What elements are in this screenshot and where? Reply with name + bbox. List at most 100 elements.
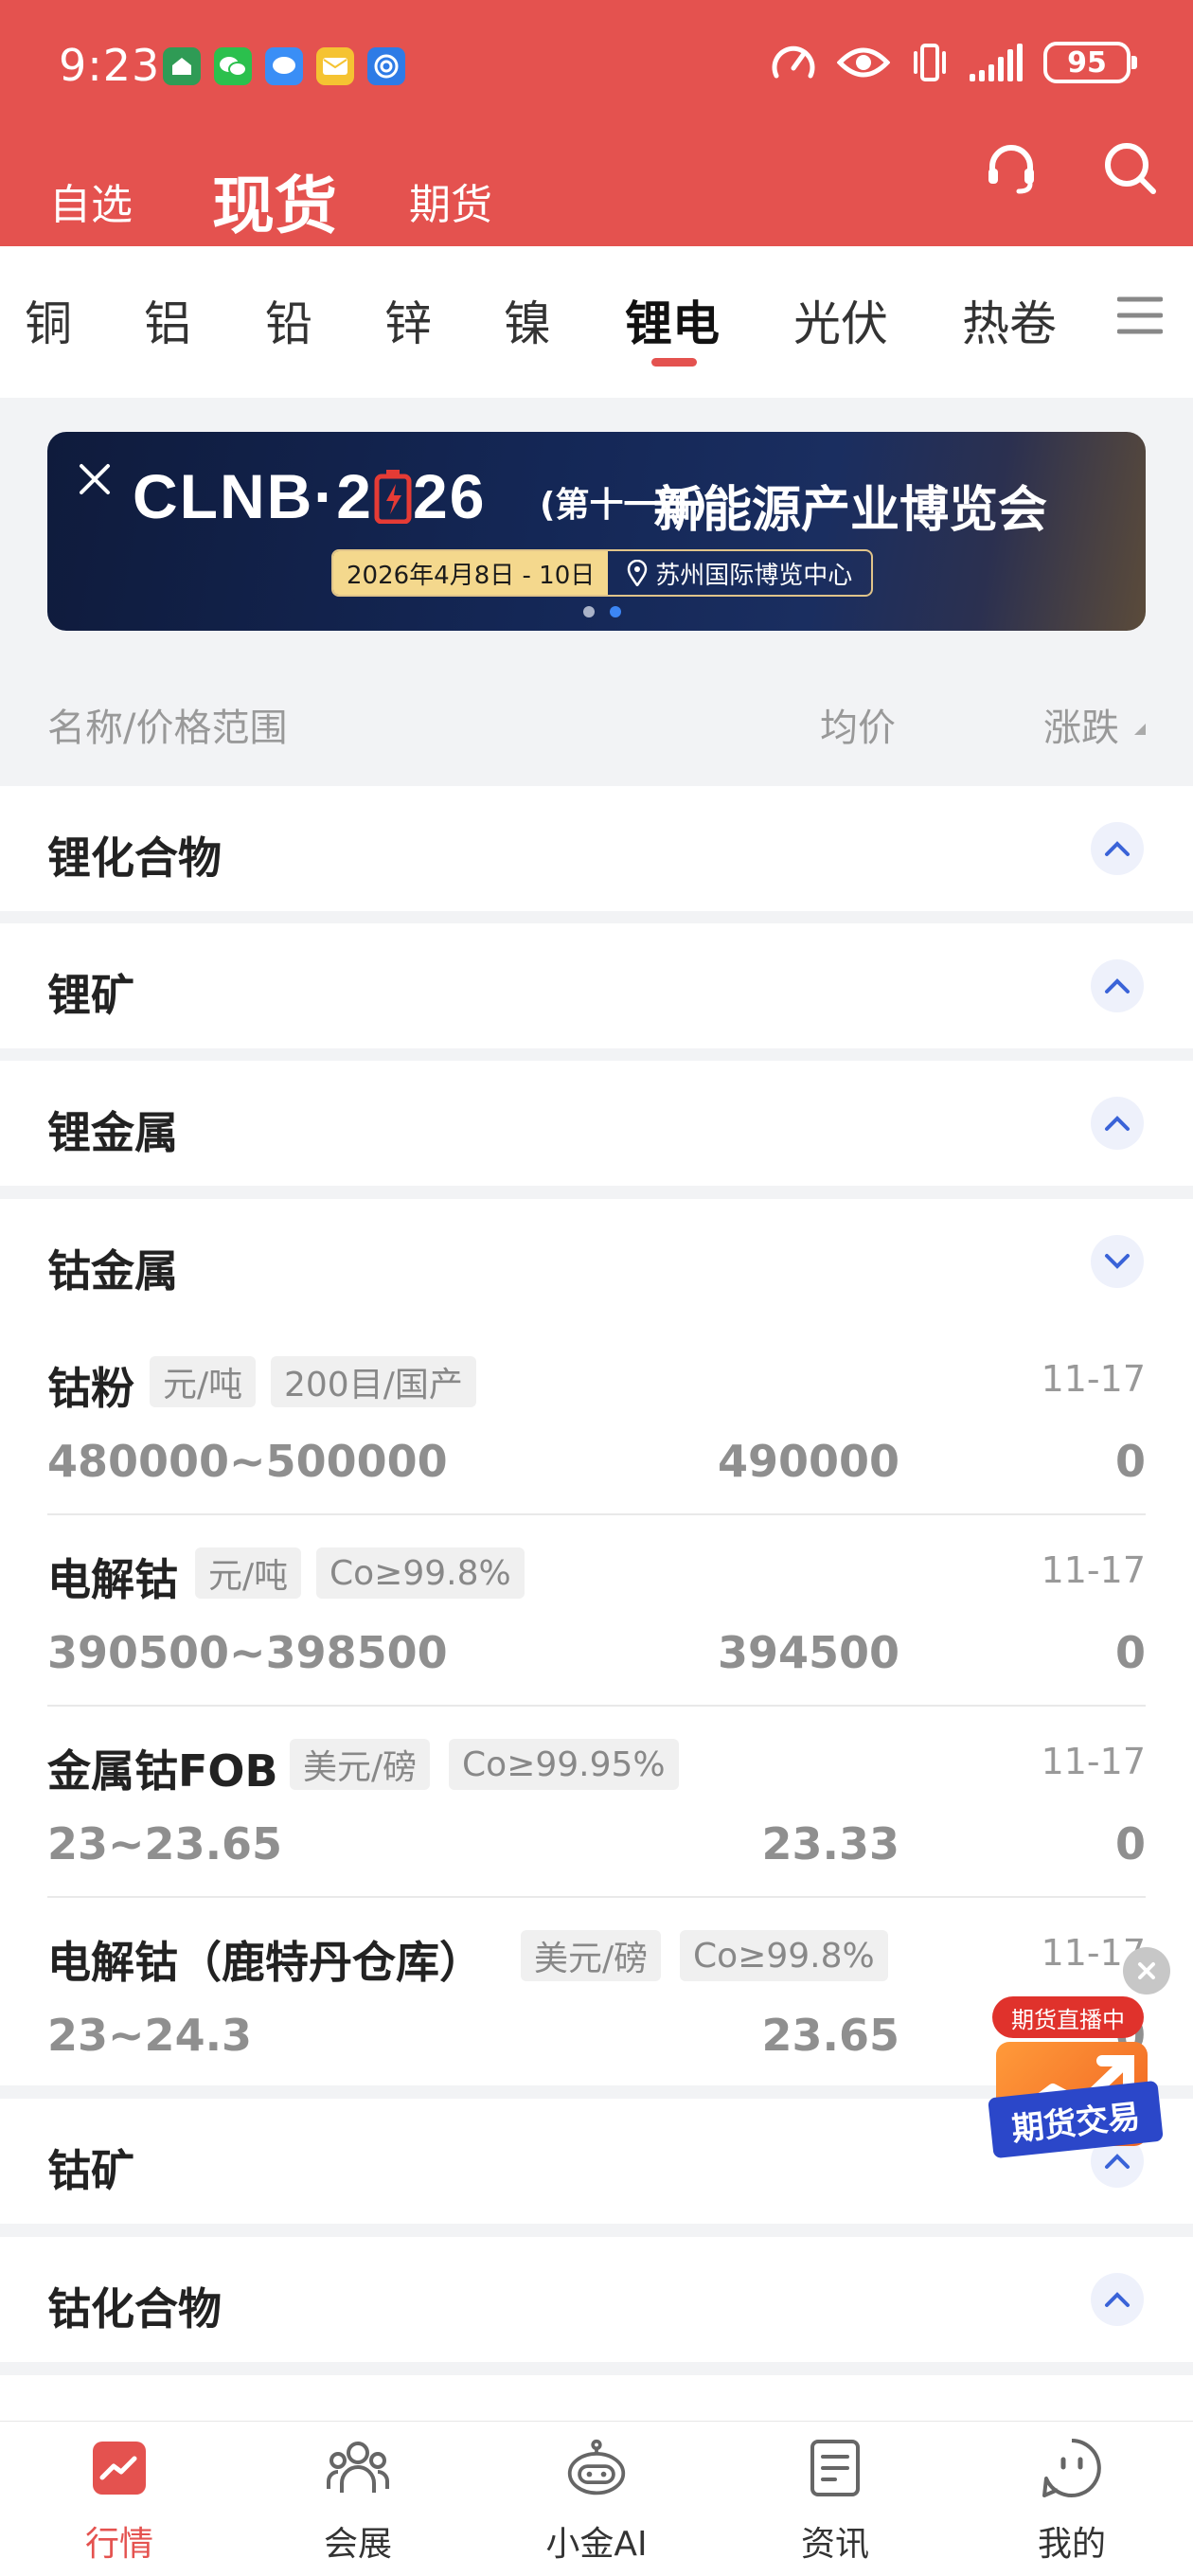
item-name: 电解钴	[47, 1554, 178, 1605]
category-tab-copper[interactable]: 铜	[25, 286, 72, 354]
float-ad-close-button[interactable]	[1123, 1947, 1170, 1995]
nav-ai-assistant[interactable]: 小金AI	[521, 2437, 672, 2569]
unit-tag: 美元/磅	[290, 1739, 431, 1790]
price-range: 480000~500000	[47, 1436, 448, 1487]
expand-toggle[interactable]	[1091, 959, 1144, 1012]
nav-label: 我的	[1037, 2525, 1106, 2564]
chevron-up-icon	[1105, 841, 1130, 856]
status-bar: 9:23 95	[0, 0, 1193, 133]
group-lithium-ore[interactable]: 锂矿	[0, 923, 1193, 1048]
divider	[47, 1513, 1146, 1515]
robot-icon	[565, 2437, 628, 2499]
spec-tag: 200目/国产	[271, 1356, 476, 1407]
profile-face-icon	[1041, 2437, 1103, 2499]
column-change[interactable]: 涨跌	[1043, 697, 1119, 752]
spec-tag: Co≥99.8%	[316, 1547, 525, 1599]
battery-logo-icon	[374, 470, 412, 525]
wechat-notification-icon	[214, 47, 252, 85]
customer-service-button[interactable]	[981, 138, 1042, 199]
group-cobalt-compounds[interactable]: 钴化合物	[0, 2237, 1193, 2362]
group-cobalt-metal[interactable]: 钴金属	[0, 1199, 1193, 1345]
category-tab-nickel[interactable]: 镍	[504, 286, 551, 354]
list-item[interactable]: 钴粉 元/吨 200目/国产 11-17 480000~500000 49000…	[47, 1345, 1146, 1536]
unit-tag: 美元/磅	[521, 1930, 662, 1981]
average-price: 23.33	[761, 1818, 899, 1869]
unit-tag: 元/吨	[150, 1356, 257, 1407]
nav-news[interactable]: 资讯	[759, 2437, 911, 2569]
group-lithium-compounds[interactable]: 锂化合物	[0, 786, 1193, 911]
category-tab-lithium-battery[interactable]: 锂电	[625, 286, 720, 354]
list-item[interactable]: 电解钴 元/吨 Co≥99.8% 11-17 390500~398500 394…	[47, 1536, 1146, 1727]
group-title: 锂金属	[47, 1107, 178, 1158]
collapse-toggle[interactable]	[1091, 1235, 1144, 1288]
list-item[interactable]: 金属钴FOB 美元/磅 Co≥99.95% 11-17 23~23.65 23.…	[47, 1727, 1146, 1919]
item-date: 11-17	[1041, 1741, 1146, 1782]
nav-label: 行情	[84, 2525, 153, 2564]
close-icon	[1138, 1962, 1155, 1979]
home-app-notification-icon	[163, 47, 201, 85]
hamburger-menu-icon	[1116, 296, 1164, 334]
column-name-range: 名称/价格范围	[47, 707, 288, 750]
expand-toggle[interactable]	[1091, 822, 1144, 875]
market-chart-icon	[88, 2437, 151, 2499]
expo-banner[interactable]: CLNB·2 26 (第十一届) 新能源产业博览会 2026年4月8日 - 10日…	[47, 432, 1146, 631]
category-tab-hot-rolled-coil[interactable]: 热卷	[962, 286, 1057, 354]
price-range: 390500~398500	[47, 1627, 448, 1678]
list-item[interactable]: 电解钴（鹿特丹仓库） 美元/磅 Co≥99.8% 11-17 23~24.3 2…	[47, 1919, 1146, 2110]
sort-indicator-icon[interactable]	[1132, 722, 1148, 737]
eye-icon	[837, 47, 890, 78]
category-tab-zinc[interactable]: 锌	[384, 286, 432, 354]
price-change: 0	[1114, 1627, 1146, 1678]
tab-futures[interactable]: 期货	[409, 170, 492, 231]
category-tab-lead[interactable]: 铅	[265, 286, 312, 354]
banner-title-right: 26	[413, 461, 487, 531]
item-name: 钴粉	[47, 1363, 134, 1414]
group-partially-visible	[0, 2375, 1193, 2421]
people-icon	[327, 2437, 389, 2499]
battery-level: 95	[1067, 45, 1107, 80]
column-average: 均价	[820, 707, 896, 750]
banner-subtitle: 新能源产业博览会	[653, 482, 1048, 539]
item-name: 金属钴FOB	[47, 1745, 278, 1797]
chevron-up-icon	[1105, 2292, 1130, 2307]
nav-exhibition[interactable]: 会展	[282, 2437, 434, 2569]
nav-profile[interactable]: 我的	[996, 2437, 1148, 2569]
search-button[interactable]	[1100, 138, 1161, 199]
futures-live-float-ad[interactable]: 期货直播中 期货交易	[988, 1947, 1170, 2159]
banner-location: 苏州国际博览中心	[655, 561, 853, 590]
group-title: 锂化合物	[47, 832, 222, 884]
document-icon	[804, 2437, 866, 2499]
expand-toggle[interactable]	[1091, 1097, 1144, 1150]
price-change: 0	[1114, 1818, 1146, 1869]
banner-title: CLNB·2 26	[133, 460, 486, 532]
nav-label: 会展	[323, 2525, 392, 2564]
spec-tag: Co≥99.8%	[680, 1930, 888, 1981]
chevron-up-icon	[1105, 978, 1130, 993]
banner-close-button[interactable]	[76, 460, 114, 498]
active-tab-indicator	[651, 358, 697, 367]
group-lithium-metal[interactable]: 锂金属	[0, 1061, 1193, 1186]
battery-icon: 95	[1043, 42, 1137, 83]
divider	[47, 1896, 1146, 1898]
item-date: 11-17	[1041, 1549, 1146, 1591]
chat-notification-icon	[265, 47, 303, 85]
notification-icons	[163, 47, 405, 85]
tab-spot[interactable]: 现货	[212, 155, 337, 246]
price-range: 23~24.3	[47, 2010, 253, 2061]
expand-toggle[interactable]	[1091, 2273, 1144, 2326]
search-icon	[1105, 143, 1156, 194]
signal-strength-icon	[970, 44, 1023, 81]
category-tab-aluminum[interactable]: 铝	[144, 286, 191, 354]
banner-dot-active	[610, 606, 621, 617]
average-price: 394500	[717, 1627, 899, 1678]
category-menu-button[interactable]	[1116, 295, 1164, 335]
category-tab-photovoltaic[interactable]: 光伏	[793, 286, 888, 354]
nav-market[interactable]: 行情	[44, 2437, 195, 2569]
price-change: 0	[1114, 1436, 1146, 1487]
headset-icon	[988, 145, 1034, 194]
tab-watchlist[interactable]: 自选	[49, 170, 133, 231]
price-range: 23~23.65	[47, 1818, 283, 1869]
app-header: 9:23 95 自选 现货 期货	[0, 0, 1193, 246]
group-title: 锂矿	[47, 970, 134, 1021]
group-title: 钴金属	[47, 1245, 178, 1297]
